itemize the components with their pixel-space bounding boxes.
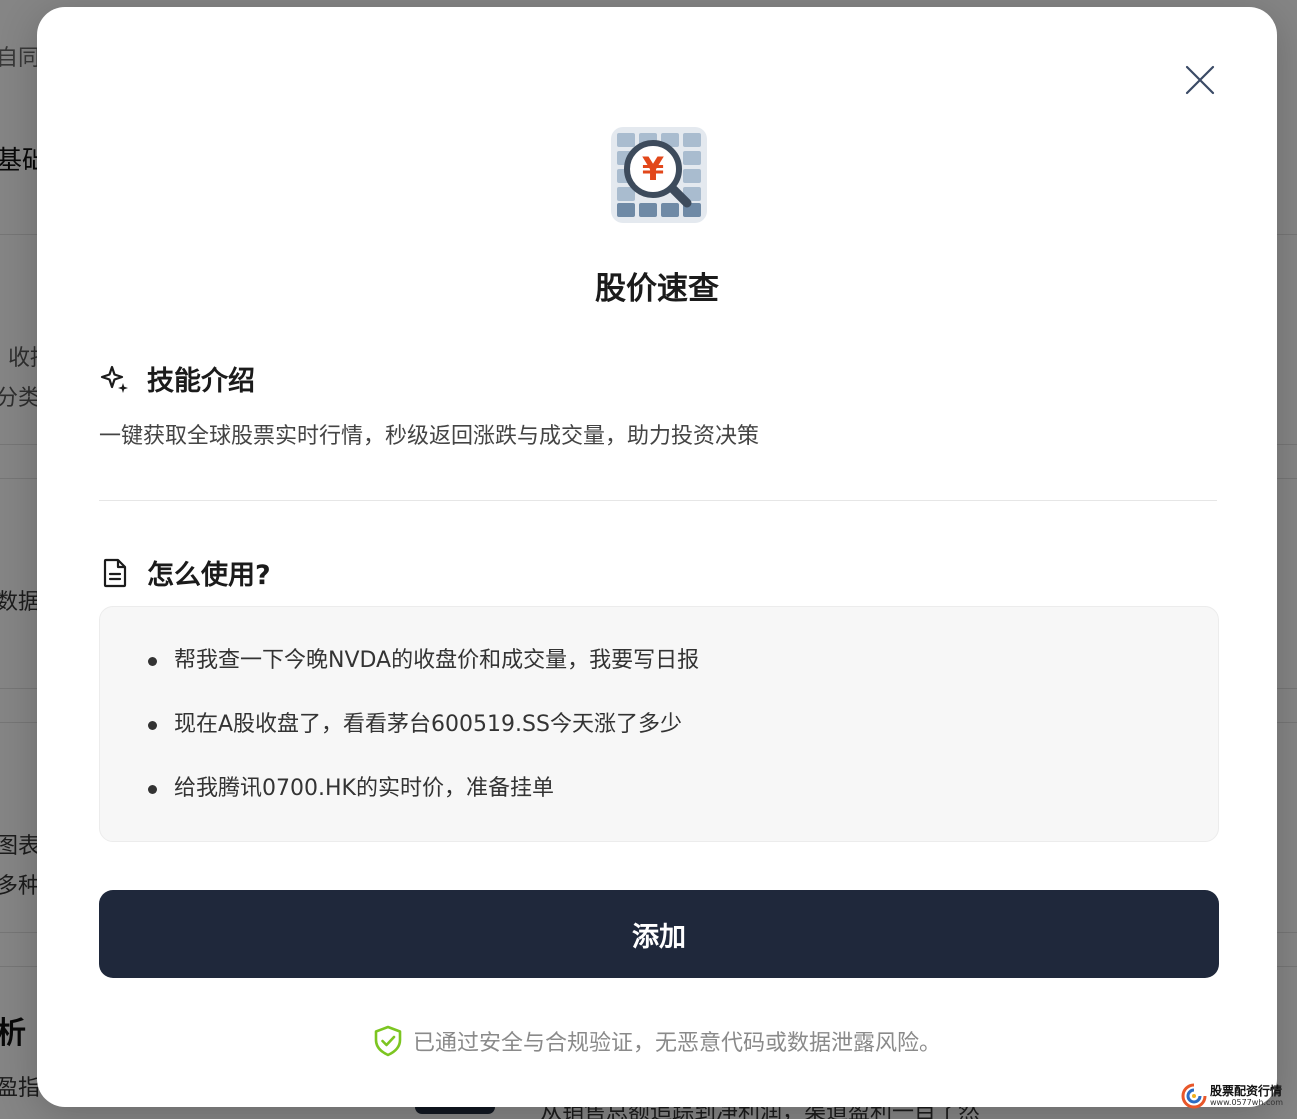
- list-item: 现在A股收盘了，看看茅台600519.SS今天涨了多少: [148, 709, 699, 773]
- document-icon: [103, 558, 127, 587]
- security-note-text: 已通过安全与合规验证，无恶意代码或数据泄露风险。: [412, 1031, 941, 1056]
- skill-detail-modal: ¥ 股价速查 技能介绍 一键获取全球股票实时行情，秒级返回涨跌与成交量，助力投资…: [37, 7, 1277, 1107]
- add-button[interactable]: 添加: [99, 890, 1219, 978]
- intro-heading: 技能介绍: [147, 366, 255, 397]
- svg-text:¥: ¥: [642, 150, 664, 188]
- security-note: 已通过安全与合规验证，无恶意代码或数据泄露风险。: [37, 1025, 1277, 1057]
- skill-title: 股价速查: [595, 271, 719, 307]
- skill-logo-icon: ¥: [611, 127, 707, 223]
- section-divider: [99, 500, 1217, 501]
- intro-section-header: 技能介绍: [99, 359, 255, 398]
- usage-examples-box: 帮我查一下今晚NVDA的收盘价和成交量，我要写日报 现在A股收盘了，看看茅台60…: [99, 606, 1219, 842]
- shield-check-icon: [374, 1025, 402, 1057]
- intro-description: 一键获取全球股票实时行情，秒级返回涨跌与成交量，助力投资决策: [99, 424, 760, 449]
- usage-examples-list: 帮我查一下今晚NVDA的收盘价和成交量，我要写日报 现在A股收盘了，看看茅台60…: [148, 645, 699, 837]
- close-icon: [1185, 65, 1215, 95]
- watermark-logo-icon: [1181, 1083, 1207, 1109]
- watermark-url: www.0577wh.com: [1210, 1098, 1284, 1107]
- close-button[interactable]: [1183, 63, 1217, 97]
- sparkle-icon: [100, 365, 128, 393]
- list-item: 给我腾讯0700.HK的实时价，准备挂单: [148, 773, 699, 837]
- watermark: 股票配资行情 www.0577wh.com: [1180, 1082, 1283, 1110]
- list-item: 帮我查一下今晚NVDA的收盘价和成交量，我要写日报: [148, 645, 699, 709]
- usage-section-header: 怎么使用?: [99, 553, 271, 592]
- usage-heading: 怎么使用?: [147, 560, 271, 591]
- watermark-title: 股票配资行情: [1210, 1084, 1283, 1098]
